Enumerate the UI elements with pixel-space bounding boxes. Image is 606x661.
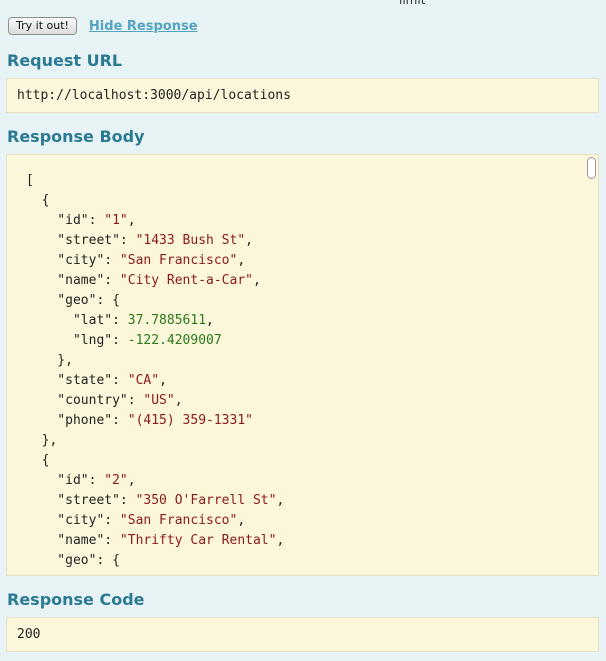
- code-line: {: [26, 193, 50, 208]
- code-line: "geo": {: [26, 293, 120, 308]
- code-line: "city": "San Francisco",: [26, 513, 245, 528]
- json-string: "350 O'Farrell St": [135, 493, 277, 508]
- response-code-value: 200: [17, 627, 41, 642]
- json-string: "Thrifty Car Rental": [119, 533, 277, 548]
- json-punct: "lat":: [26, 313, 128, 328]
- json-punct: ,: [237, 253, 246, 268]
- json-number: 37.7885611: [127, 313, 207, 328]
- json-punct: },: [26, 433, 58, 448]
- code-line: "name": "Thrifty Car Rental",: [26, 533, 284, 548]
- json-punct: "id":: [26, 213, 105, 228]
- json-punct: "lng":: [26, 333, 128, 348]
- code-line: "geo": {: [26, 553, 120, 568]
- json-string: "City Rent-a-Car": [119, 273, 253, 288]
- json-punct: "street":: [26, 493, 136, 508]
- json-punct: "name":: [26, 533, 120, 548]
- json-string: "2": [104, 473, 128, 488]
- response-code-heading: Response Code: [7, 590, 145, 609]
- request-url-value: http://localhost:3000/api/locations: [17, 88, 291, 103]
- request-url-box: http://localhost:3000/api/locations: [6, 78, 599, 113]
- code-line: "lng": -122.4209007: [26, 333, 222, 348]
- json-string: "CA": [127, 373, 160, 388]
- json-punct: ,: [206, 313, 214, 328]
- json-punct: "geo": {: [26, 553, 120, 568]
- scrollbar-thumb[interactable]: [587, 157, 596, 179]
- json-punct: },: [26, 353, 73, 368]
- json-punct: "id":: [26, 473, 105, 488]
- json-string: "San Francisco": [119, 513, 238, 528]
- code-line: "street": "350 O'Farrell St",: [26, 493, 284, 508]
- json-string: "US": [143, 393, 175, 408]
- code-line: "city": "San Francisco",: [26, 253, 245, 268]
- json-punct: "state":: [26, 373, 128, 388]
- code-line: {: [26, 453, 50, 468]
- try-it-out-button[interactable]: Try it out!: [8, 17, 77, 35]
- json-punct: {: [26, 193, 50, 208]
- code-line: "state": "CA",: [26, 373, 167, 388]
- json-punct: {: [26, 453, 50, 468]
- json-punct: ,: [237, 513, 246, 528]
- json-string: "San Francisco": [119, 253, 238, 268]
- hide-response-link[interactable]: Hide Response: [89, 19, 198, 34]
- response-code-box: 200: [6, 617, 599, 652]
- json-punct: ,: [276, 493, 285, 508]
- json-string: "(415) 359-1331": [127, 413, 253, 428]
- response-body-box[interactable]: [ { "id": "1", "street": "1433 Bush St",…: [6, 154, 599, 576]
- code-line: },: [26, 353, 73, 368]
- json-string: "1": [104, 213, 128, 228]
- response-toolbar: Try it out! Hide Response: [8, 16, 198, 36]
- code-line: "country": "US",: [26, 393, 183, 408]
- json-punct: ,: [159, 373, 167, 388]
- json-punct: ,: [127, 213, 136, 228]
- code-line: "phone": "(415) 359-1331": [26, 413, 253, 428]
- code-line: "id": "2",: [26, 473, 136, 488]
- json-punct: ,: [127, 473, 136, 488]
- json-number: -122.4209007: [127, 333, 222, 348]
- json-punct: [: [26, 173, 34, 188]
- request-url-heading: Request URL: [7, 51, 123, 70]
- code-line: },: [26, 433, 58, 448]
- json-string: "1433 Bush St": [135, 233, 246, 248]
- json-punct: "phone":: [26, 413, 128, 428]
- code-line: "name": "City Rent-a-Car",: [26, 273, 261, 288]
- json-punct: "country":: [26, 393, 144, 408]
- code-line: "street": "1433 Bush St",: [26, 233, 253, 248]
- json-punct: "geo": {: [26, 293, 120, 308]
- json-punct: "name":: [26, 273, 120, 288]
- json-punct: "city":: [26, 253, 120, 268]
- json-punct: ,: [276, 533, 285, 548]
- response-body-scrollbar[interactable]: [587, 157, 596, 573]
- json-punct: "city":: [26, 513, 120, 528]
- code-line: [: [26, 173, 34, 188]
- json-punct: ,: [252, 273, 261, 288]
- json-punct: ,: [174, 393, 183, 408]
- response-body-heading: Response Body: [7, 127, 145, 146]
- code-line: "lat": 37.7885611,: [26, 313, 214, 328]
- json-punct: "street":: [26, 233, 136, 248]
- response-json: [ { "id": "1", "street": "1433 Bush St",…: [7, 155, 598, 571]
- parameter-label-partial: limit: [399, 0, 426, 7]
- code-line: "id": "1",: [26, 213, 136, 228]
- json-punct: ,: [245, 233, 253, 248]
